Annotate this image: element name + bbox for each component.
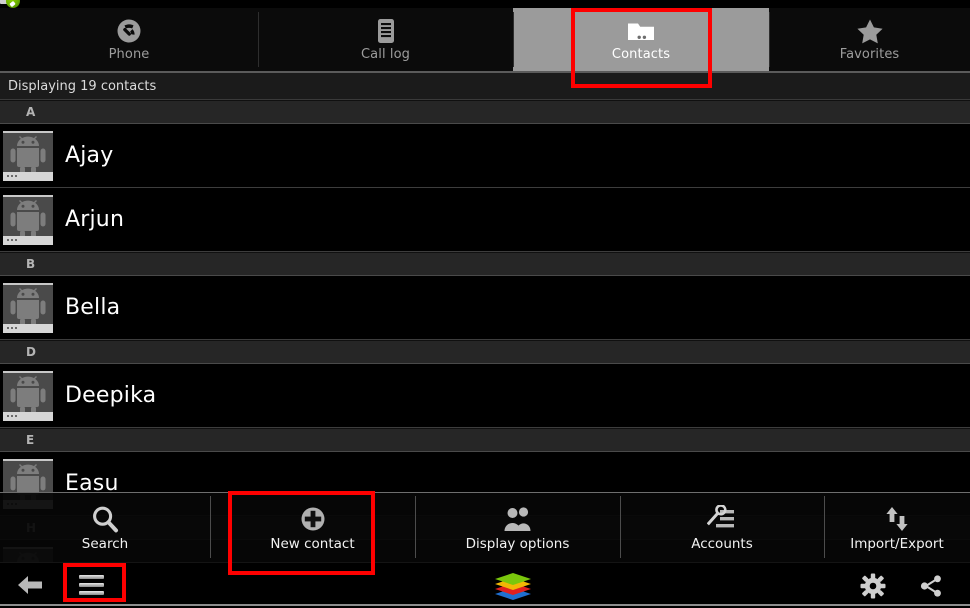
tab-contacts[interactable]: Contacts <box>513 8 769 71</box>
tab-label: Phone <box>108 46 150 62</box>
contact-name: Arjun <box>65 207 125 232</box>
tab-bar: Phone Call log Contacts Favorites <box>0 8 970 71</box>
green-call-icon <box>6 0 20 8</box>
android-default-avatar <box>3 130 53 181</box>
plus-circle-icon <box>299 503 327 535</box>
tab-phone[interactable]: Phone <box>0 8 258 71</box>
tab-label: Favorites <box>839 46 900 62</box>
menu-divider <box>620 496 621 558</box>
section-header: A <box>0 100 970 124</box>
tab-divider <box>769 12 770 67</box>
android-default-avatar <box>3 194 53 245</box>
avatar-strip <box>3 411 53 421</box>
menu-item-label: Search <box>81 536 129 552</box>
menu-line <box>78 575 104 579</box>
menu-line <box>78 591 104 595</box>
contact-list-item[interactable]: Deepika <box>0 364 970 428</box>
section-header: B <box>0 252 970 276</box>
contact-count-bar: Displaying 19 contacts <box>0 73 970 100</box>
section-header: D <box>0 340 970 364</box>
back-arrow-icon[interactable] <box>12 570 48 600</box>
section-letter: D <box>26 345 36 359</box>
menu-item-display-options[interactable]: Display options <box>415 493 620 562</box>
android-default-avatar <box>3 282 53 333</box>
call-log-list-icon <box>374 18 398 44</box>
menu-item-import-export[interactable]: Import/Export <box>824 493 970 562</box>
tab-call-log[interactable]: Call log <box>258 8 513 71</box>
hamburger-menu-icon[interactable] <box>76 571 106 599</box>
tab-favorites[interactable]: Favorites <box>769 8 970 71</box>
contact-name: Ajay <box>65 143 114 168</box>
contact-name: Deepika <box>65 383 157 408</box>
contact-count-label: Displaying 19 contacts <box>8 78 157 94</box>
avatar-strip <box>3 235 53 245</box>
menu-item-label: Import/Export <box>850 536 944 552</box>
contact-list-item[interactable]: Bella <box>0 276 970 340</box>
options-menu: Search New contact Display options Accounts… <box>0 492 970 562</box>
tab-divider <box>258 12 259 67</box>
key-list-icon <box>707 503 737 535</box>
star-icon <box>856 18 884 44</box>
menu-item-new-contact[interactable]: New contact <box>210 493 415 562</box>
section-letter: A <box>26 105 36 119</box>
contact-name: Bella <box>65 295 121 320</box>
menu-item-label: Display options <box>465 536 570 552</box>
gear-icon[interactable] <box>857 571 889 601</box>
tab-label: Call log <box>360 46 411 62</box>
section-letter: B <box>26 257 36 271</box>
tab-label: Contacts <box>611 46 671 62</box>
phone-handset-icon <box>116 18 142 44</box>
people-group-icon <box>503 503 533 535</box>
contacts-folder-icon <box>626 18 656 44</box>
section-letter: E <box>26 433 35 447</box>
status-bar <box>0 0 970 8</box>
section-header: E <box>0 428 970 452</box>
contact-list-item[interactable]: Arjun <box>0 188 970 252</box>
share-icon[interactable] <box>915 571 947 601</box>
menu-divider <box>210 496 211 558</box>
search-magnifier-icon <box>90 503 120 535</box>
avatar-strip <box>3 323 53 333</box>
menu-line <box>78 583 104 587</box>
menu-item-label: Accounts <box>691 536 753 552</box>
menu-item-label: New contact <box>270 536 355 552</box>
menu-item-accounts[interactable]: Accounts <box>620 493 824 562</box>
import-export-arrows-icon <box>883 503 911 535</box>
menu-divider <box>415 496 416 558</box>
menu-divider <box>824 496 825 558</box>
tab-divider <box>513 12 514 67</box>
avatar-strip <box>3 171 53 181</box>
bluestacks-layers-logo[interactable] <box>490 571 536 601</box>
contact-list-item[interactable]: Ajay <box>0 124 970 188</box>
system-navigation-bar <box>0 562 970 606</box>
menu-item-search[interactable]: Search <box>0 493 210 562</box>
android-default-avatar <box>3 370 53 421</box>
